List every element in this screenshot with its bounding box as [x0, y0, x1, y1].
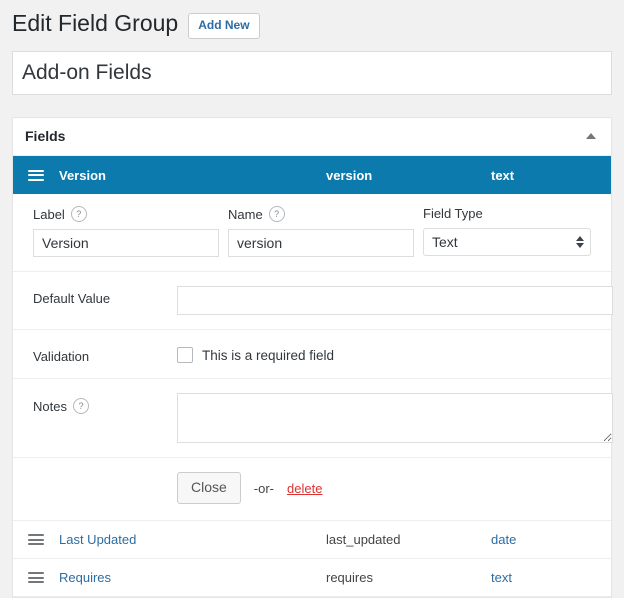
name-field-group: Name ? [228, 206, 423, 257]
field-row[interactable]: Last Updated last_updated date [13, 521, 611, 559]
triangle-up-icon[interactable] [583, 128, 599, 144]
default-value-label: Default Value [33, 286, 177, 306]
close-button[interactable]: Close [177, 472, 241, 504]
delete-link[interactable]: delete [287, 481, 322, 496]
field-row[interactable]: Version version text [13, 156, 611, 194]
validation-field: This is a required field [177, 344, 591, 363]
label-field-label: Label ? [33, 206, 228, 222]
field-type-select-value: Text [432, 234, 458, 250]
post-title-input[interactable] [12, 51, 612, 95]
field-row-label[interactable]: Version [59, 168, 326, 183]
field-row-name: requires [326, 570, 491, 585]
validation-row: Validation This is a required field [13, 330, 611, 379]
field-type-label-text: Field Type [423, 206, 483, 221]
required-checkbox-line: This is a required field [177, 344, 591, 363]
drag-handle-icon[interactable] [13, 572, 59, 583]
default-value-field [177, 286, 613, 315]
validation-label: Validation [33, 344, 177, 364]
default-value-row: Default Value [13, 272, 611, 330]
label-field-label-text: Label [33, 207, 65, 222]
notes-field [177, 393, 613, 443]
notes-label-text: Notes [33, 399, 67, 414]
question-mark-icon[interactable]: ? [73, 398, 89, 414]
drag-handle-icon[interactable] [13, 170, 59, 181]
field-type-select-wrap: Text [423, 228, 591, 256]
or-separator: -or- [254, 481, 274, 496]
field-row-type[interactable]: text [491, 570, 611, 585]
question-mark-icon[interactable]: ? [71, 206, 87, 222]
label-field-input[interactable] [33, 229, 219, 257]
question-mark-icon[interactable]: ? [269, 206, 285, 222]
fields-metabox: Fields Version version text Label ? Name [12, 117, 612, 598]
field-editor-top-row: Label ? Name ? Field Type Text [13, 194, 611, 272]
fields-metabox-title: Fields [25, 128, 65, 144]
field-row-label[interactable]: Requires [59, 570, 326, 585]
fields-metabox-header: Fields [13, 118, 611, 156]
required-checkbox-label[interactable]: This is a required field [202, 348, 334, 363]
add-new-button[interactable]: Add New [188, 13, 259, 38]
page-title: Edit Field Group [12, 9, 178, 39]
field-type-label: Field Type [423, 206, 591, 221]
field-row-type[interactable]: text [491, 168, 611, 183]
name-field-label: Name ? [228, 206, 423, 222]
field-editor: Label ? Name ? Field Type Text [13, 194, 611, 521]
field-editor-actions: Close -or- delete [13, 458, 611, 520]
field-type-select[interactable]: Text [423, 228, 591, 256]
label-field-group: Label ? [33, 206, 228, 257]
notes-row: Notes ? [13, 379, 611, 458]
default-value-input[interactable] [177, 286, 613, 315]
required-checkbox[interactable] [177, 347, 193, 363]
field-row-name: version [326, 168, 491, 183]
notes-label: Notes ? [33, 393, 177, 414]
name-field-input[interactable] [228, 229, 414, 257]
page-header: Edit Field Group Add New [0, 0, 624, 39]
name-field-label-text: Name [228, 207, 263, 222]
field-type-group: Field Type Text [423, 206, 591, 257]
notes-textarea[interactable] [177, 393, 613, 443]
field-row[interactable]: Requires requires text [13, 559, 611, 597]
post-title-wrap [0, 39, 624, 95]
